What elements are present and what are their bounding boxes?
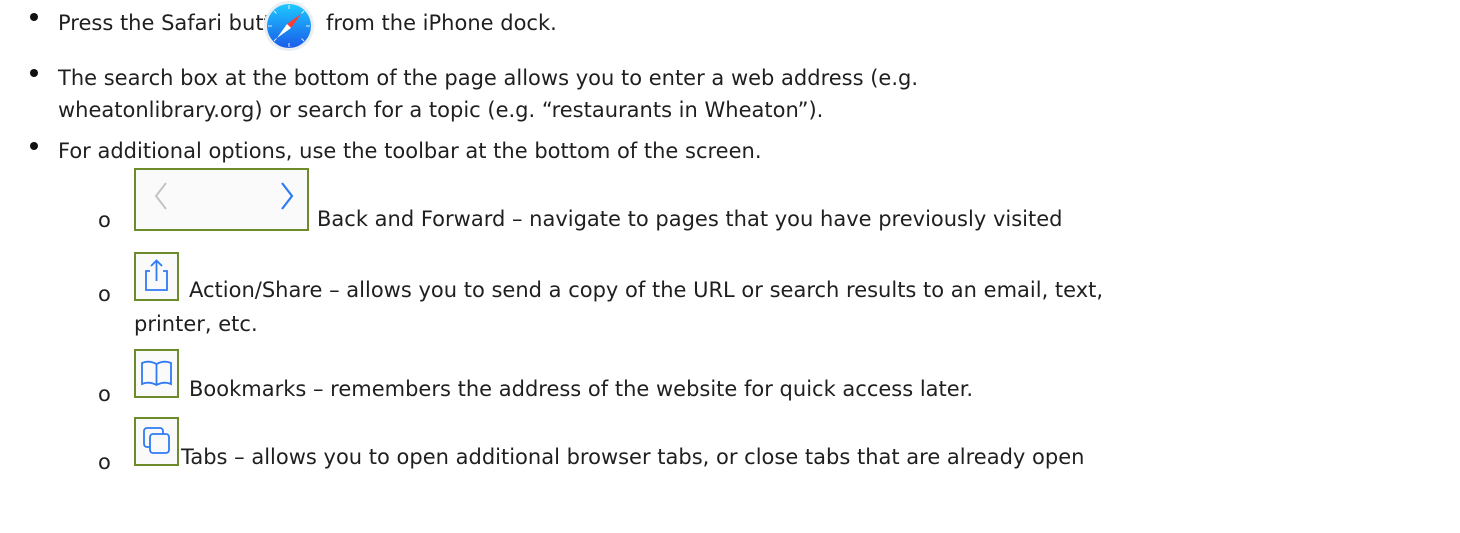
sub-bullet-marker: o (98, 208, 111, 232)
safari-instruction-suffix: from the iPhone dock. (326, 11, 557, 35)
document-page: Press the Safari button from the iPhone … (0, 0, 1460, 533)
search-box-text-line2: wheatonlibrary.org) or search for a topi… (58, 98, 824, 122)
sub-bullet-marker: o (98, 450, 111, 474)
share-description-line1: Action/Share – allows you to send a copy… (189, 278, 1104, 302)
sub-bullet-marker: o (98, 282, 111, 306)
search-box-text-line1: The search box at the bottom of the page… (58, 66, 919, 90)
bullet-dot (30, 69, 38, 77)
bullet-dot (30, 142, 38, 150)
safari-compass-icon (263, 0, 315, 52)
safari-instruction-text: Press the Safari button (58, 11, 298, 35)
bookmarks-icon (134, 349, 179, 398)
share-description-line2: printer, etc. (134, 312, 258, 336)
back-forward-description: Back and Forward – navigate to pages tha… (317, 207, 1063, 231)
tabs-description: Tabs – allows you to open additional bro… (181, 445, 1085, 469)
toolbar-intro-text: For additional options, use the toolbar … (58, 139, 762, 163)
sub-bullet-marker: o (98, 382, 111, 406)
tabs-icon (134, 417, 179, 466)
bookmarks-description: Bookmarks – remembers the address of the… (189, 377, 974, 401)
share-icon (134, 252, 179, 301)
bullet-dot (30, 13, 38, 21)
back-forward-icon (134, 168, 309, 231)
